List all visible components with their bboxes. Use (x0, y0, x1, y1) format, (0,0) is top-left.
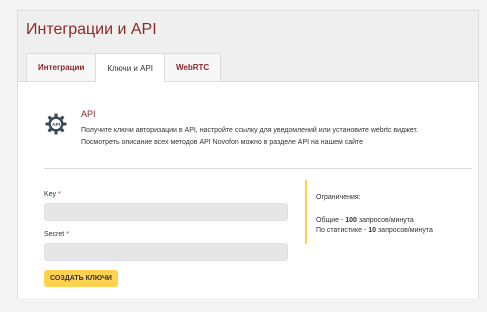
limit-total-value: 100 (345, 217, 357, 224)
svg-text:API: API (52, 122, 61, 128)
tab-webrtc[interactable]: WebRTC (163, 53, 222, 81)
secret-label: Secret * (44, 231, 69, 238)
api-section-description: Получите ключи авторизации в API, настро… (81, 125, 476, 149)
gear-api-icon: API (45, 113, 67, 135)
tab-bar: Интеграции Ключи и API WebRTC (26, 53, 222, 82)
key-label: Key * (44, 191, 61, 198)
api-description-line-2: Посмотреть описание всех методов API Nov… (81, 139, 364, 146)
tab-keys-api[interactable]: Ключи и API (95, 53, 165, 82)
limit-stats: По статистике - 10 запросов/минута (316, 227, 433, 234)
secret-label-text: Secret (44, 231, 65, 238)
app-window: Интеграции и API Интеграции Ключи и API … (17, 10, 479, 298)
section-divider (44, 168, 472, 169)
limit-total: Общие - 100 запросов/минута (316, 217, 414, 224)
limit-stats-value: 10 (368, 227, 377, 234)
tab-integrations[interactable]: Интеграции (26, 53, 97, 81)
key-input[interactable] (44, 203, 288, 221)
limits-panel: Ограничения: Общие - 100 запросов/минута… (305, 180, 470, 244)
api-section-title: API (81, 109, 96, 119)
page-title: Интеграции и API (26, 21, 157, 38)
limits-title: Ограничения: (316, 194, 361, 201)
create-keys-button[interactable]: СОЗДАТЬ КЛЮЧИ (44, 270, 118, 287)
tab-content: API API Получите ключи авторизации в API… (18, 81, 478, 298)
required-marker: * (58, 191, 61, 198)
api-description-line-1: Получите ключи авторизации в API, настро… (81, 127, 418, 134)
secret-input[interactable] (44, 243, 288, 261)
required-marker: * (66, 231, 69, 238)
key-label-text: Key (44, 191, 57, 198)
